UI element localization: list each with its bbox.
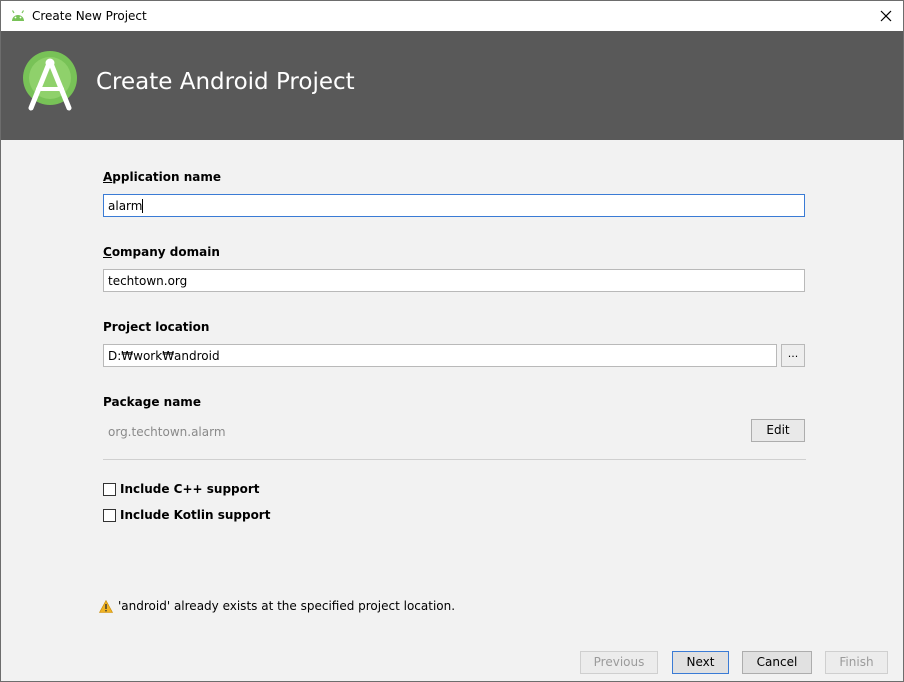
cancel-button[interactable]: Cancel xyxy=(742,651,812,674)
warning-text: 'android' already exists at the specifie… xyxy=(118,599,456,613)
page-title: Create Android Project xyxy=(96,69,355,95)
application-name-label: Application name xyxy=(103,170,221,184)
include-cpp-row[interactable]: Include C++ support xyxy=(103,481,260,497)
project-location-value: D:₩work₩android xyxy=(108,349,220,363)
mnemonic-a: A xyxy=(103,170,113,184)
include-cpp-checkbox[interactable] xyxy=(103,482,116,496)
application-name-input[interactable]: alarm xyxy=(103,194,805,217)
android-studio-logo-icon xyxy=(23,51,77,111)
window-title: Create New Project xyxy=(32,9,147,23)
application-name-value: alarm xyxy=(108,199,143,213)
previous-button[interactable]: Previous xyxy=(580,651,658,674)
include-kotlin-checkbox[interactable] xyxy=(103,508,116,522)
android-icon xyxy=(11,10,25,21)
project-location-input[interactable]: D:₩work₩android xyxy=(103,344,777,367)
finish-button[interactable]: Finish xyxy=(825,651,888,674)
package-name-value: org.techtown.alarm xyxy=(108,425,226,439)
edit-package-button[interactable]: Edit xyxy=(751,419,805,442)
close-icon xyxy=(880,10,892,22)
dialog-window: Create New Project Create Android Projec… xyxy=(0,0,904,682)
divider xyxy=(103,459,806,460)
header-banner: Create Android Project xyxy=(1,31,903,140)
company-domain-input[interactable]: techtown.org xyxy=(103,269,805,292)
close-button[interactable] xyxy=(869,1,903,31)
application-name-label-text: pplication name xyxy=(112,170,222,184)
text-caret xyxy=(142,199,144,213)
package-name-label: Package name xyxy=(103,395,201,409)
include-kotlin-label[interactable]: Include Kotlin support xyxy=(120,508,270,522)
browse-button[interactable]: ... xyxy=(781,344,805,367)
include-kotlin-row[interactable]: Include Kotlin support xyxy=(103,507,270,523)
warning-message: 'android' already exists at the specifie… xyxy=(99,599,455,613)
warning-icon xyxy=(99,599,113,613)
include-cpp-label[interactable]: Include C++ support xyxy=(120,482,260,496)
next-button[interactable]: Next xyxy=(672,651,729,674)
form-area: Application name alarm Company domain te… xyxy=(1,140,903,643)
company-domain-label: Company domain xyxy=(103,245,220,259)
title-bar: Create New Project xyxy=(1,1,903,31)
company-domain-label-text: ompany domain xyxy=(111,245,220,259)
project-location-label: Project location xyxy=(103,320,210,334)
mnemonic-c: C xyxy=(103,245,112,259)
company-domain-value: techtown.org xyxy=(108,274,188,288)
button-bar: Previous Next Cancel Finish xyxy=(1,643,903,681)
